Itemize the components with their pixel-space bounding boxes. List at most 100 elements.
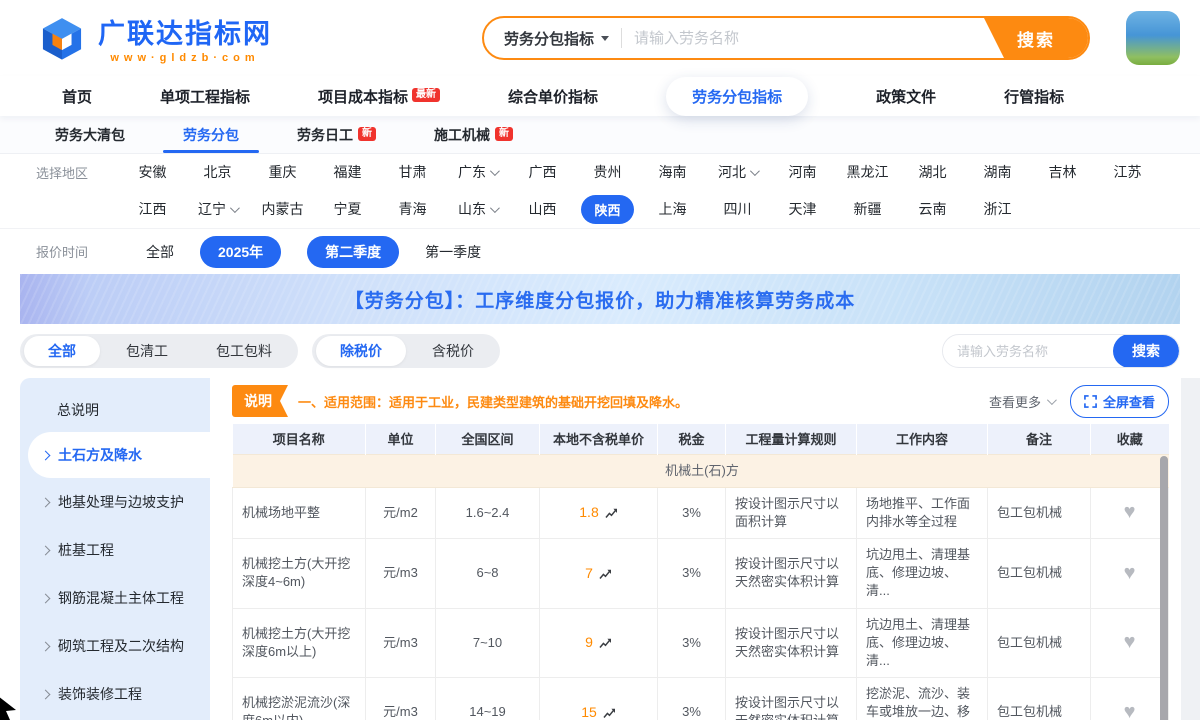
nav-item-industry-index[interactable]: 行管指标 <box>1004 86 1064 107</box>
region-guizhou[interactable]: 贵州 <box>575 162 640 182</box>
nav-item-policy-files[interactable]: 政策文件 <box>876 86 936 107</box>
region-henan[interactable]: 河南 <box>770 162 835 182</box>
filter-labor-and-material[interactable]: 包工包料 <box>192 336 296 366</box>
sidebar-item-general-notes[interactable]: 总说明 <box>20 388 210 432</box>
tab-labor-subcontract[interactable]: 劳务分包 <box>183 116 239 153</box>
cell-local-price[interactable]: 7 <box>540 539 658 609</box>
favorite-cell[interactable]: ♥ <box>1091 539 1169 609</box>
region-jilin[interactable]: 吉林 <box>1030 162 1095 182</box>
cell-local-price[interactable]: 15 <box>540 678 658 720</box>
tab-labor-daily[interactable]: 劳务日工 新 <box>297 116 376 153</box>
favorite-cell[interactable]: ♥ <box>1091 678 1169 720</box>
heart-icon[interactable]: ♥ <box>1124 562 1136 584</box>
region-guangxi[interactable]: 广西 <box>510 162 575 182</box>
cell-local-price[interactable]: 9 <box>540 608 658 678</box>
region-fujian[interactable]: 福建 <box>315 162 380 182</box>
sidebar-item-decoration[interactable]: 装饰装修工程 <box>20 670 210 718</box>
nav-item-single-project-index[interactable]: 单项工程指标 <box>160 86 250 107</box>
region-guangdong[interactable]: 广东 <box>445 162 510 182</box>
cell-tax: 3% <box>658 539 726 609</box>
filter-labor-only[interactable]: 包清工 <box>102 336 192 366</box>
tab-labor-big-package[interactable]: 劳务大清包 <box>55 116 125 153</box>
region-ningxia[interactable]: 宁夏 <box>315 199 380 219</box>
time-all[interactable]: 全部 <box>146 242 174 262</box>
sidebar-item-masonry-secondary[interactable]: 砌筑工程及二次结构 <box>20 622 210 670</box>
tab-construction-machinery[interactable]: 施工机械 新 <box>434 116 513 153</box>
table-scrollbar-thumb[interactable] <box>1160 456 1168 720</box>
view-more-label: 查看更多 <box>989 392 1041 411</box>
region-shanghai[interactable]: 上海 <box>640 199 705 219</box>
view-more-link[interactable]: 查看更多 <box>989 392 1054 411</box>
region-beijing[interactable]: 北京 <box>185 162 250 182</box>
favorite-cell[interactable]: ♥ <box>1091 608 1169 678</box>
cell-remark: 包工包机械 <box>988 539 1091 609</box>
chevron-down-icon <box>230 203 240 213</box>
region-hunan[interactable]: 湖南 <box>965 162 1030 182</box>
cell-tax: 3% <box>658 678 726 720</box>
region-hebei[interactable]: 河北 <box>705 162 770 182</box>
region-shanxi[interactable]: 山西 <box>510 199 575 219</box>
filter-excl-tax[interactable]: 除税价 <box>316 336 406 366</box>
region-row-1: 选择地区 安徽 北京 重庆 福建 甘肃 广东 广西 贵州 海南 河北 河南 黑龙… <box>0 154 1200 190</box>
heart-icon[interactable]: ♥ <box>1124 701 1136 720</box>
region-xinjiang[interactable]: 新疆 <box>835 199 900 219</box>
tab-label: 劳务日工 <box>297 125 353 145</box>
search-category-dropdown[interactable]: 劳务分包指标 <box>484 28 621 49</box>
region-liaoning[interactable]: 辽宁 <box>185 199 250 219</box>
sidebar-item-pile-foundation[interactable]: 桩基工程 <box>20 526 210 574</box>
nav-item-project-cost-index[interactable]: 项目成本指标 最新 <box>318 86 440 107</box>
cell-content: 坑边甩土、清理基底、修理边坡、清... <box>857 608 988 678</box>
region-heilongjiang[interactable]: 黑龙江 <box>835 162 900 182</box>
nav-item-home[interactable]: 首页 <box>62 86 92 107</box>
trend-up-icon <box>603 708 616 719</box>
sidebar-item-earthwork-dewatering[interactable]: 土石方及降水 <box>28 432 210 478</box>
nav-item-composite-price-index[interactable]: 综合单价指标 <box>508 86 598 107</box>
site-logo[interactable]: 广联达指标网 www·gldzb·com <box>36 12 272 64</box>
region-hainan[interactable]: 海南 <box>640 162 705 182</box>
scope-filter-group: 全部 包清工 包工包料 <box>20 334 298 368</box>
filter-incl-tax[interactable]: 含税价 <box>408 336 498 366</box>
cell-range: 14~19 <box>436 678 540 720</box>
user-avatar[interactable] <box>1126 11 1180 65</box>
region-zhejiang[interactable]: 浙江 <box>965 199 1030 219</box>
cell-unit: 元/m2 <box>366 487 436 538</box>
cell-project-name: 机械挖土方(大开挖深度4~6m) <box>233 539 366 609</box>
col-tax: 税金 <box>658 424 726 454</box>
sidebar-item-foundation-slope[interactable]: 地基处理与边坡支护 <box>20 478 210 526</box>
time-q2-selected[interactable]: 第二季度 <box>307 236 399 268</box>
region-gansu[interactable]: 甘肃 <box>380 162 445 182</box>
nav-item-labor-subcontract-index[interactable]: 劳务分包指标 <box>666 77 808 116</box>
header-search-input[interactable] <box>622 30 984 47</box>
region-hubei[interactable]: 湖北 <box>900 162 965 182</box>
time-q1[interactable]: 第一季度 <box>425 242 481 262</box>
cell-content: 坑边甩土、清理基底、修理边坡、清... <box>857 539 988 609</box>
region-name: 广东 <box>458 162 486 182</box>
region-name: 辽宁 <box>198 199 226 219</box>
cell-tax: 3% <box>658 608 726 678</box>
region-sichuan[interactable]: 四川 <box>705 199 770 219</box>
table-search-button[interactable]: 搜索 <box>1113 334 1179 368</box>
time-2025-selected[interactable]: 2025年 <box>200 236 281 268</box>
filter-all[interactable]: 全部 <box>24 336 100 366</box>
cell-unit: 元/m3 <box>366 608 436 678</box>
region-chongqing[interactable]: 重庆 <box>250 162 315 182</box>
region-tianjin[interactable]: 天津 <box>770 199 835 219</box>
heart-icon[interactable]: ♥ <box>1124 631 1136 653</box>
region-neimenggu[interactable]: 内蒙古 <box>250 199 315 219</box>
region-qinghai[interactable]: 青海 <box>380 199 445 219</box>
region-shaanxi-selected[interactable]: 陕西 <box>575 195 640 224</box>
region-yunnan[interactable]: 云南 <box>900 199 965 219</box>
favorite-cell[interactable]: ♥ <box>1091 487 1169 538</box>
cell-local-price[interactable]: 1.8 <box>540 487 658 538</box>
table-row: 机械挖土方(大开挖深度6m以上) 元/m3 7~10 9 3% 按设计图示尺寸以… <box>233 608 1169 678</box>
region-anhui[interactable]: 安徽 <box>120 162 185 182</box>
region-shandong[interactable]: 山东 <box>445 199 510 219</box>
table-search-input[interactable] <box>943 344 1113 359</box>
fullscreen-button[interactable]: 全屏查看 <box>1070 385 1169 418</box>
sidebar-item-reinforced-concrete[interactable]: 钢筋混凝土主体工程 <box>20 574 210 622</box>
note-text: 一、适用范围：适用于工业，民建类型建筑的基础开挖回填及降水。 <box>298 392 688 411</box>
header-search-button[interactable]: 搜索 <box>984 18 1088 58</box>
heart-icon[interactable]: ♥ <box>1124 501 1136 523</box>
region-jiangsu[interactable]: 江苏 <box>1095 162 1160 182</box>
region-jiangxi[interactable]: 江西 <box>120 199 185 219</box>
